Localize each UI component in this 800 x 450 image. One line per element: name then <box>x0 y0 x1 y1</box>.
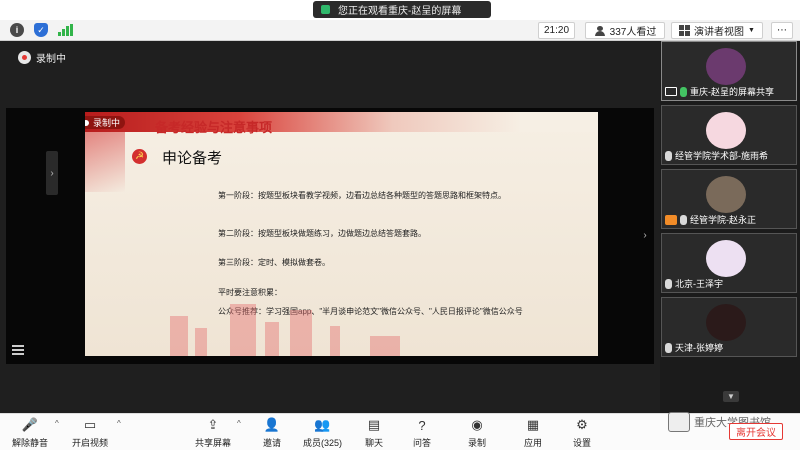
participant-name: 重庆-赵呈的屏幕共享 <box>690 87 774 97</box>
settings-label: 设置 <box>573 438 592 448</box>
chevron-up-icon[interactable]: ^ <box>237 419 241 428</box>
qa-button[interactable]: ? 问答 <box>413 417 431 449</box>
screen-share-text: 您正在观看重庆-赵呈的屏幕 <box>338 6 462 17</box>
participant-tile[interactable]: 北京-王泽宇 <box>661 233 797 293</box>
recording-label: 录制中 <box>36 54 66 65</box>
host-icon <box>665 214 677 225</box>
chevron-right-icon[interactable]: › <box>639 213 651 257</box>
qa-label: 问答 <box>413 438 432 448</box>
meeting-status-bar: i ✓ 21:20 337人看过 演讲者视图 ▼ ⋯ <box>0 20 800 41</box>
slide-recording-label: 录制中 <box>93 118 121 128</box>
slide-stage-1: 第一阶段：按题型板块看教学视频，边看边总结各种题型的答题思路和框架特点。 <box>218 191 506 200</box>
slide-decoration <box>85 132 125 192</box>
screen-share-icon <box>665 87 677 96</box>
viewers-text: 337人看过 <box>609 27 657 38</box>
participant-tile[interactable]: 经管学院学术部-施雨希 <box>661 105 797 165</box>
party-emblem-icon: ☭ <box>132 149 147 164</box>
leave-meeting-button[interactable]: 离开会议 <box>729 423 783 440</box>
chat-label: 聊天 <box>365 438 384 448</box>
chat-icon: ▤ <box>367 417 381 432</box>
info-icon[interactable]: i <box>10 23 24 37</box>
participant-name: 经管学院-赵永正 <box>690 215 756 225</box>
mic-icon <box>665 342 672 353</box>
invite-label: 邀请 <box>263 438 282 448</box>
slide-heading: 申论备考 <box>162 150 223 167</box>
record-button[interactable]: ◉ 录制 <box>468 417 486 449</box>
library-logo-icon <box>668 412 690 432</box>
top-banner: 您正在观看重庆-赵呈的屏幕 <box>0 0 800 20</box>
chat-button[interactable]: ▤ 聊天 <box>365 417 383 449</box>
participant-tile[interactable]: 重庆-赵呈的屏幕共享 <box>661 41 797 101</box>
screen-share-notice[interactable]: 您正在观看重庆-赵呈的屏幕 <box>313 1 491 18</box>
share-screen-icon: ⇪ <box>207 417 219 432</box>
slide-stage-2: 第二阶段：按题型板块做题练习，边做题边总结答题套路。 <box>218 229 426 238</box>
invite-button[interactable]: 👤 邀请 <box>263 417 281 449</box>
members-button[interactable]: 👥 成员(325) <box>303 417 342 449</box>
screen-share-icon <box>321 5 330 14</box>
start-video-button[interactable]: ▭ 开启视频 <box>72 417 108 449</box>
unmute-label: 解除静音 <box>12 438 49 448</box>
settings-button[interactable]: ⚙ 设置 <box>573 417 591 449</box>
participant-panel[interactable]: 重庆-赵呈的屏幕共享 经管学院学术部-施雨希 经管学院-赵永正 北京-王泽宇 天… <box>660 41 800 413</box>
avatar <box>706 176 746 213</box>
viewers-count[interactable]: 337人看过 <box>585 22 665 39</box>
mic-icon <box>665 150 672 161</box>
video-off-icon: ▭ <box>83 417 97 432</box>
speaker-view-button[interactable]: 演讲者视图 ▼ <box>671 22 763 39</box>
participant-tile[interactable]: 经管学院-赵永正 <box>661 169 797 229</box>
avatar <box>706 48 746 85</box>
apps-button[interactable]: ▦ 应用 <box>524 417 542 449</box>
gear-icon: ⚙ <box>576 417 588 432</box>
slide-recording-badge: 录制中 <box>85 116 126 129</box>
participant-name: 北京-王泽宇 <box>675 279 723 289</box>
mic-muted-icon: 🎤 <box>21 417 39 432</box>
presentation-slide: 录制中 备考经验与注意事项 ☭ 申论备考 第一阶段：按题型板块看教学视频，边看边… <box>85 112 598 356</box>
speaker-view-text: 演讲者视图 <box>694 27 745 38</box>
more-options-button[interactable]: ⋯ <box>771 22 793 39</box>
slide-stage-3: 第三阶段：定时、模拟做套卷。 <box>218 258 330 267</box>
avatar <box>706 240 746 277</box>
mic-icon <box>665 278 672 289</box>
chevron-up-icon[interactable]: ^ <box>55 419 59 428</box>
recording-indicator[interactable]: 录制中 <box>18 50 66 65</box>
share-screen-label: 共享屏幕 <box>195 438 232 448</box>
people-icon <box>594 25 606 36</box>
skyline-decoration <box>140 298 440 356</box>
share-screen-button[interactable]: ⇪ 共享屏幕 <box>195 417 231 449</box>
participant-tile[interactable]: 天津-张婷婷 <box>661 297 797 357</box>
person-add-icon: 👤 <box>263 417 281 432</box>
slide-tip-heading: 平时要注意积累： <box>218 288 282 297</box>
chevron-up-icon[interactable]: ^ <box>117 419 121 428</box>
record-dot-icon <box>85 119 89 126</box>
members-label: 成员(325) <box>303 438 343 448</box>
participant-name: 经管学院学术部-施雨希 <box>675 151 768 161</box>
start-video-label: 开启视频 <box>72 438 109 448</box>
cloud-record-icon <box>18 51 31 64</box>
signal-icon[interactable] <box>58 24 73 36</box>
participant-name: 天津-张婷婷 <box>675 343 723 353</box>
mic-icon <box>680 214 687 225</box>
apps-icon: ▦ <box>526 417 540 432</box>
shield-icon[interactable]: ✓ <box>34 23 48 37</box>
record-label: 录制 <box>468 438 487 448</box>
unmute-button[interactable]: 🎤 解除静音 <box>12 417 48 449</box>
qa-icon: ? <box>418 417 426 433</box>
mic-icon <box>680 86 687 97</box>
grid-icon <box>679 25 691 36</box>
chevron-right-icon[interactable]: › <box>46 151 58 195</box>
members-icon: 👥 <box>314 417 331 432</box>
avatar <box>706 112 746 149</box>
avatar <box>706 304 746 341</box>
list-icon[interactable] <box>12 345 24 355</box>
record-icon: ◉ <box>471 417 483 432</box>
slide-title: 备考经验与注意事项 <box>155 120 273 135</box>
chevron-down-icon: ▼ <box>748 27 755 34</box>
apps-label: 应用 <box>524 438 543 448</box>
chevron-down-icon[interactable]: ▼ <box>723 391 739 402</box>
meeting-time: 21:20 <box>538 22 575 39</box>
